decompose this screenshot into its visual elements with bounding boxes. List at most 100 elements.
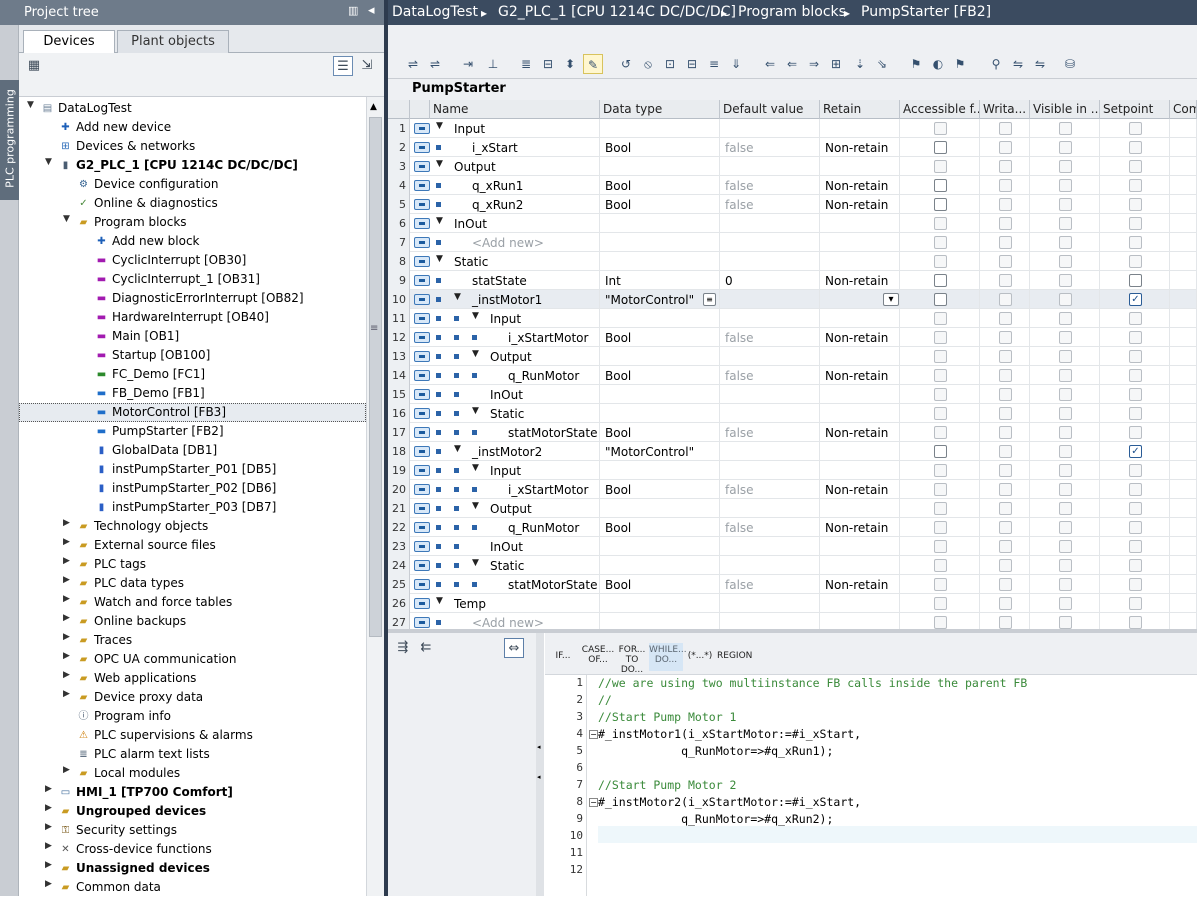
expand-right-icon[interactable]: ▶ (45, 879, 55, 889)
checkbox[interactable] (1129, 179, 1142, 192)
interface-row[interactable]: 7 <Add new> (388, 233, 1197, 252)
default-value[interactable]: 0 (725, 274, 733, 288)
download-icon[interactable]: ⇓ (726, 54, 746, 74)
data-type[interactable]: Bool (605, 369, 631, 383)
column-header[interactable]: Setpoint (1100, 100, 1170, 119)
code-line[interactable]: q_RunMotor=>#q_xRun1); (598, 744, 833, 758)
tree-item[interactable]: ▶ ▰ PLC tags (19, 555, 366, 574)
tree-item[interactable]: ▼ ▰ Program blocks (19, 213, 366, 232)
checkbox[interactable] (1129, 255, 1142, 268)
checkbox[interactable] (999, 179, 1012, 192)
tree-item[interactable]: ▶ ▰ Common data (19, 878, 366, 897)
variable-name[interactable]: q_xRun1 (472, 179, 523, 193)
checkbox[interactable] (999, 616, 1012, 629)
add-row-icon[interactable]: ⇌ (425, 54, 445, 74)
default-value[interactable]: false (725, 521, 754, 535)
variable-name[interactable]: q_RunMotor (508, 521, 579, 535)
checkbox[interactable] (999, 236, 1012, 249)
code-line[interactable]: q_RunMotor=>#q_xRun2); (598, 812, 833, 826)
expand-right-icon[interactable]: ▶ (63, 613, 73, 623)
retain-value[interactable]: Non-retain (825, 141, 888, 155)
data-type[interactable]: Bool (605, 198, 631, 212)
variable-name[interactable]: <Add new> (472, 236, 544, 250)
interface-row[interactable]: 6 ▼ InOut (388, 214, 1197, 233)
checkbox[interactable] (1059, 293, 1072, 306)
variable-name[interactable]: i_xStart (472, 141, 518, 155)
keyword-button[interactable]: REGION (717, 643, 752, 671)
export-icon[interactable]: ⇲ (357, 56, 377, 76)
checkbox[interactable] (934, 179, 947, 192)
checkbox[interactable] (999, 369, 1012, 382)
expand-down-icon[interactable]: ▼ (27, 100, 37, 110)
tree-item[interactable]: ▬ CyclicInterrupt_1 [OB31] (19, 270, 366, 289)
fold-icon[interactable]: − (589, 730, 598, 739)
checkbox[interactable] (1129, 426, 1142, 439)
checkbox[interactable]: ✓ (1129, 293, 1142, 306)
tree-item[interactable]: ⓘ Program info (19, 707, 366, 726)
checkbox[interactable] (1129, 236, 1142, 249)
tree-item[interactable]: ▶ ▰ External source files (19, 536, 366, 555)
sync-icon[interactable]: ⇔ (504, 638, 524, 658)
grid-icon[interactable]: ⊞ (826, 54, 846, 74)
column-header[interactable]: Accessible f... (900, 100, 980, 119)
variable-name[interactable]: Input (490, 312, 521, 326)
tree-item[interactable]: ▶ ▭ HMI_1 [TP700 Comfort] (19, 783, 366, 802)
compare-alt-icon[interactable]: ⇋ (1030, 54, 1050, 74)
interface-row[interactable]: 4 q_xRun1 Bool false Non-retain (388, 176, 1197, 195)
tree-item[interactable]: ▶ ✕ Cross-device functions (19, 840, 366, 859)
checkbox[interactable] (1059, 540, 1072, 553)
variable-name[interactable]: statState (472, 274, 527, 288)
interface-row[interactable]: 24 ▼ Static (388, 556, 1197, 575)
overview-icon[interactable]: ☰ (333, 56, 353, 76)
column-header[interactable]: Default value (720, 100, 820, 119)
variable-name[interactable]: i_xStartMotor (508, 331, 588, 345)
code-line[interactable]: //we are using two multiinstance FB call… (598, 676, 1027, 690)
expand-icon[interactable]: ▼ (472, 558, 479, 568)
checkbox[interactable] (934, 236, 947, 249)
checkbox[interactable] (999, 597, 1012, 610)
checkbox[interactable] (934, 445, 947, 458)
checkbox[interactable] (1129, 122, 1142, 135)
checkbox[interactable] (1129, 578, 1142, 591)
tree-item[interactable]: ▮ instPumpStarter_P01 [DB5] (19, 460, 366, 479)
checkbox[interactable] (934, 331, 947, 344)
checkbox[interactable] (934, 312, 947, 325)
insert-row-icon[interactable]: ⇌ (403, 54, 423, 74)
tree-item[interactable]: ▶ ▰ Technology objects (19, 517, 366, 536)
expand-right-icon[interactable]: ▶ (63, 518, 73, 528)
expand-icon[interactable]: ▼ (472, 463, 479, 473)
database-icon[interactable]: ⛁ (1060, 54, 1080, 74)
tree-item[interactable]: ▶ ▰ Local modules (19, 764, 366, 783)
outdent-icon[interactable]: ⇇ (416, 638, 436, 658)
tree-item[interactable]: ▬ PumpStarter [FB2] (19, 422, 366, 441)
checkbox[interactable] (934, 540, 947, 553)
fold-icon[interactable]: − (589, 798, 598, 807)
checkbox[interactable] (1059, 122, 1072, 135)
delete-icon[interactable]: ⦸ (638, 54, 658, 74)
interface-row[interactable]: 19 ▼ Input (388, 461, 1197, 480)
go-to-icon[interactable]: ⇥ (458, 54, 478, 74)
properties-icon[interactable]: ▦ (24, 56, 44, 76)
variable-name[interactable]: InOut (490, 388, 523, 402)
checkbox[interactable] (1129, 464, 1142, 477)
variable-name[interactable]: Static (490, 407, 524, 421)
variable-name[interactable]: statMotorState (508, 578, 597, 592)
expand-right-icon[interactable]: ▶ (63, 632, 73, 642)
tree-item[interactable]: ✚ Add new block (19, 232, 366, 251)
breadcrumb-project[interactable]: DataLogTest (392, 4, 478, 20)
bookmark-icon[interactable]: ⚑ (906, 54, 926, 74)
left-arrow-icon[interactable]: ◂ (537, 743, 541, 751)
default-value[interactable]: false (725, 483, 754, 497)
checkbox[interactable] (999, 293, 1012, 306)
variable-name[interactable]: Input (490, 464, 521, 478)
checkbox[interactable] (1059, 160, 1072, 173)
section-expand-icon[interactable]: ▼ (436, 216, 443, 226)
tree-item[interactable]: ▶ ▰ PLC data types (19, 574, 366, 593)
sort-icon[interactable]: ⇣ (850, 54, 870, 74)
checkbox[interactable] (1059, 350, 1072, 363)
expand-down-icon[interactable]: ▼ (63, 214, 73, 224)
variable-name[interactable]: q_RunMotor (508, 369, 579, 383)
tree-item[interactable]: ▮ GlobalData [DB1] (19, 441, 366, 460)
variable-name[interactable]: Temp (454, 597, 486, 611)
tree-item[interactable]: ▮ instPumpStarter_P02 [DB6] (19, 479, 366, 498)
